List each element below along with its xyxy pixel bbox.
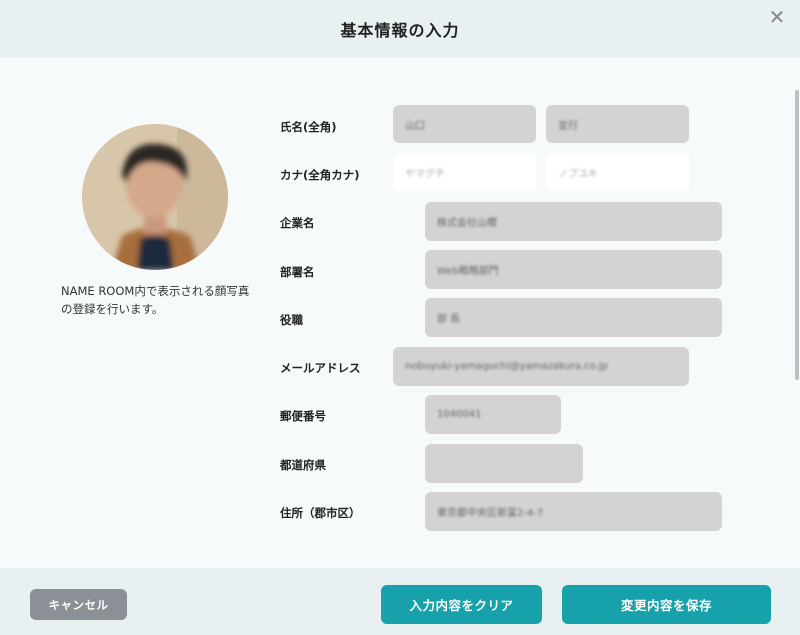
clear-form-button[interactable]: 入力内容をクリア [381,585,542,624]
email-input[interactable]: nobuyuki-yamaguchi@yamazakura.co.jp [393,347,689,386]
cancel-button[interactable]: キャンセル [30,589,127,620]
last-kana-value: ヤマグチ [405,168,445,180]
email-value: nobuyuki-yamaguchi@yamazakura.co.jp [405,361,608,372]
position-value: 部 長 [437,314,461,325]
scrollbar[interactable] [795,90,799,380]
first-kana-value: ノブユキ [558,168,598,180]
last-name-value: 山口 [405,120,425,132]
position-label: 役職 [280,313,303,327]
close-icon[interactable]: ✕ [766,6,788,28]
dialog-header: 基本情報の入力 ✕ [0,0,800,58]
company-label: 企業名 [280,216,315,230]
position-input[interactable]: 部 長 [425,298,722,337]
department-value: Web戦略部門 [437,266,499,277]
last-name-input[interactable]: 山口 [393,105,536,143]
photo-description: NAME ROOM内で表示される顔写真の登録を行います。 [61,284,250,316]
address-input[interactable]: 東京都中央区新富2-4-7 [425,492,722,531]
address-label: 住所（郡市区） [280,506,361,520]
prefecture-label: 都道府県 [280,458,326,472]
first-name-input[interactable]: 宣行 [546,105,689,143]
address-value: 東京都中央区新富2-4-7 [437,508,544,519]
postal-value: 1040041 [437,409,482,420]
department-label: 部署名 [280,265,315,279]
email-label: メールアドレス [280,361,361,375]
dialog-title: 基本情報の入力 [340,21,460,40]
kana-label: カナ(全角カナ) [280,168,360,182]
first-kana-input[interactable]: ノブユキ [546,153,689,191]
prefecture-select[interactable] [425,444,583,483]
person-photo-icon [82,124,228,270]
last-kana-input[interactable]: ヤマグチ [393,153,536,191]
postal-label: 郵便番号 [280,409,326,423]
department-input[interactable]: Web戦略部門 [425,250,722,289]
save-changes-button[interactable]: 変更内容を保存 [562,585,771,624]
company-input[interactable]: 株式会社山櫻 [425,202,722,241]
first-name-value: 宣行 [558,120,578,132]
postal-input[interactable]: 1040041 [425,395,561,434]
company-value: 株式会社山櫻 [437,218,497,229]
profile-photo[interactable] [82,124,228,270]
name-label: 氏名(全角) [280,120,337,134]
